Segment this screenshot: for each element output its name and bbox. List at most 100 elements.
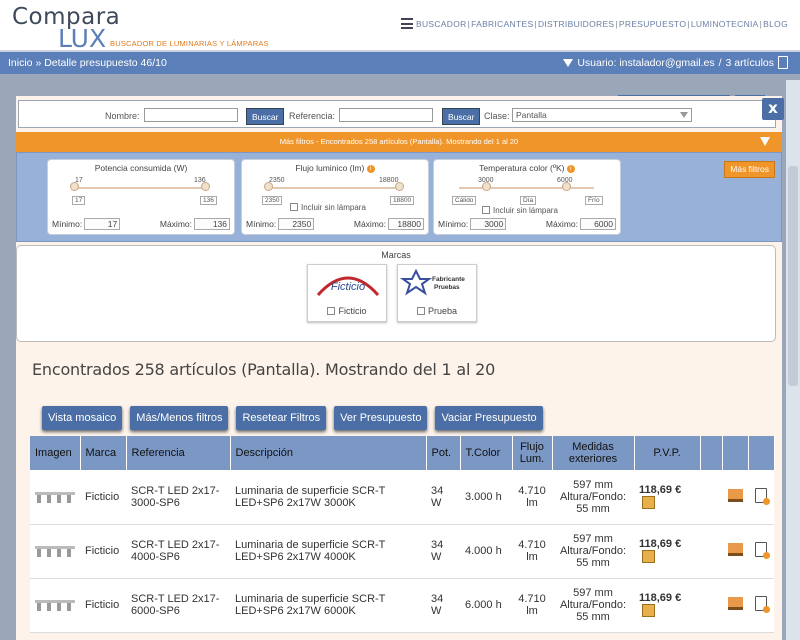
price-tag-icon[interactable]	[642, 604, 655, 617]
budget-count[interactable]: 3 artículos	[726, 57, 774, 69]
flux-max-input[interactable]: 18800	[388, 218, 424, 230]
col-empty	[722, 436, 749, 470]
nav-fabricantes[interactable]: FABRICANTES	[471, 19, 533, 29]
checkbox[interactable]	[482, 206, 490, 214]
results-table: Imagen Marca Referencia Descripción Pot.…	[30, 436, 775, 633]
flux-max-label: Máximo:	[353, 219, 386, 229]
col-dimensions[interactable]: Medidas exteriores	[552, 436, 635, 470]
luminaire-thumbnail[interactable]	[35, 598, 75, 612]
power-min-input[interactable]: 17	[84, 218, 121, 230]
price-tag-icon[interactable]	[642, 550, 655, 563]
table-row[interactable]: Ficticio SCR-T LED 2x17-4000-SP6 Luminar…	[30, 524, 774, 579]
flux-cell: 4.710 lm	[512, 524, 552, 579]
spacer-cell	[700, 470, 722, 525]
price-cell: 118,69 €	[634, 470, 700, 525]
brand-card-prueba[interactable]: Fabricante Pruebas Prueba	[397, 264, 477, 322]
chevron-down-icon[interactable]	[563, 58, 574, 67]
user-email[interactable]: Usuario: instalador@gmail.es	[577, 57, 714, 69]
reference-cell[interactable]: SCR-T LED 2x17-6000-SP6	[126, 578, 230, 633]
more-filters-button[interactable]: Más filtros	[724, 161, 775, 178]
brand-prueba-label: Prueba	[427, 306, 458, 316]
reference-search-button[interactable]: Buscar	[442, 108, 481, 125]
power-filter-title: Potencia consumida (W)	[94, 163, 188, 173]
reference-cell[interactable]: SCR-T LED 2x17-4000-SP6	[126, 524, 230, 579]
color-temp-include-no-lamp-label: Incluir sin lámpara	[493, 206, 558, 215]
breadcrumb-home[interactable]: Inicio	[8, 57, 33, 69]
menu-icon[interactable]	[400, 18, 413, 29]
search-modal: Nombre: Buscar Referencia: Buscar Clase:…	[16, 96, 782, 640]
description-cell[interactable]: Luminaria de superficie SCR-T LED+SP6 2x…	[230, 470, 426, 525]
col-image[interactable]: Imagen	[30, 436, 81, 470]
info-icon[interactable]: i	[566, 165, 575, 173]
add-to-budget-icon[interactable]	[755, 487, 770, 505]
brand-card-ficticio[interactable]: Ficticio Ficticio	[307, 264, 387, 322]
breadcrumb-bar: Inicio » Detalle presupuesto 46/10 Usuar…	[0, 52, 800, 74]
distributor-icon[interactable]	[727, 597, 743, 610]
nav-blog[interactable]: BLOG	[763, 19, 788, 29]
distributor-icon[interactable]	[727, 488, 743, 502]
name-search-button[interactable]: Buscar	[246, 108, 285, 125]
reset-filters-button[interactable]: Resetear Filtros	[236, 406, 327, 430]
scrollbar-thumb[interactable]	[788, 166, 798, 386]
luminaire-thumbnail[interactable]	[35, 490, 75, 504]
mosaic-view-button[interactable]: Vista mosaico	[42, 406, 123, 430]
close-modal-button[interactable]: x	[762, 98, 784, 120]
color-temp-slider-track[interactable]	[459, 187, 594, 189]
add-to-budget-icon[interactable]	[755, 542, 770, 559]
clipboard-icon[interactable]	[778, 56, 788, 69]
flux-slider-track[interactable]	[267, 187, 402, 189]
nav-presupuesto[interactable]: PRESUPUESTO	[619, 19, 686, 29]
name-input[interactable]	[144, 108, 238, 122]
table-row[interactable]: Ficticio SCR-T LED 2x17-6000-SP6 Luminar…	[30, 578, 774, 633]
reference-cell[interactable]: SCR-T LED 2x17-3000-SP6	[126, 470, 230, 525]
brand-ficticio-checkbox-row[interactable]: Ficticio	[308, 306, 386, 316]
flux-box-min: 2350	[262, 196, 283, 205]
brands-title: Marcas	[381, 250, 411, 260]
color-temp-tick-min: 3000	[478, 177, 494, 184]
flux-min-input[interactable]: 2350	[278, 218, 315, 230]
col-price[interactable]: P.V.P.	[634, 436, 701, 470]
col-brand[interactable]: Marca	[80, 436, 127, 470]
page-scrollbar[interactable]	[786, 80, 800, 640]
luminaire-thumbnail[interactable]	[35, 544, 75, 558]
col-power[interactable]: Pot.	[426, 436, 461, 470]
distributor-icon[interactable]	[727, 543, 743, 556]
checkbox[interactable]	[416, 307, 425, 315]
nav-distribuidores[interactable]: DISTRIBUIDORES	[538, 19, 614, 29]
description-cell[interactable]: Luminaria de superficie SCR-T LED+SP6 2x…	[230, 524, 426, 579]
flux-cell: 4.710 lm	[512, 470, 552, 525]
checkbox[interactable]	[327, 307, 336, 315]
col-description[interactable]: Descripción	[230, 436, 427, 470]
flux-box-max: 18800	[390, 196, 415, 205]
empty-budget-button[interactable]: Vaciar Presupuesto	[435, 406, 543, 430]
more-filters-toggle[interactable]: Más filtros - Encontrados 258 artículos …	[16, 132, 782, 152]
view-budget-button[interactable]: Ver Presupuesto	[334, 406, 428, 430]
col-color-temp[interactable]: T.Color	[460, 436, 513, 470]
checkbox[interactable]	[290, 203, 298, 211]
col-reference[interactable]: Referencia	[126, 436, 231, 470]
flux-include-no-lamp[interactable]: Incluir sin lámpara	[290, 203, 366, 212]
action-cell	[722, 524, 748, 579]
brand-prueba-checkbox-row[interactable]: Prueba	[398, 306, 476, 316]
results-count: Encontrados 258 artículos (Pantalla). Mo…	[32, 360, 496, 379]
main-nav: BUSCADOR | FABRICANTES | DISTRIBUIDORES | P…	[400, 18, 788, 29]
reference-input[interactable]	[339, 108, 433, 122]
power-max-input[interactable]: 136	[194, 218, 230, 230]
power-slider-track[interactable]	[73, 187, 208, 189]
info-icon[interactable]: i	[366, 165, 375, 173]
table-row[interactable]: Ficticio SCR-T LED 2x17-3000-SP6 Luminar…	[30, 470, 774, 525]
class-select[interactable]: Pantalla	[512, 108, 692, 122]
color-temp-max-input[interactable]: 6000	[580, 218, 616, 230]
triangle-down-icon[interactable]	[760, 137, 770, 146]
price-tag-icon[interactable]	[642, 495, 655, 509]
color-temp-include-no-lamp[interactable]: Incluir sin lámpara	[482, 206, 558, 215]
col-flux[interactable]: Flujo Lum.	[512, 436, 553, 470]
nav-luminotecnia[interactable]: LUMINOTECNIA	[691, 19, 759, 29]
color-temp-min-input[interactable]: 3000	[470, 218, 507, 230]
action-cell	[748, 470, 774, 525]
nav-buscador[interactable]: BUSCADOR	[416, 19, 467, 29]
toggle-filters-button[interactable]: Más/Menos filtros	[130, 406, 229, 430]
add-to-budget-icon[interactable]	[755, 596, 770, 613]
comparalux-logo[interactable]: Compara LUX BUSCADOR DE LUMINARIAS Y LÁM…	[12, 4, 272, 53]
description-cell[interactable]: Luminaria de superficie SCR-T LED+SP6 2x…	[230, 578, 426, 633]
